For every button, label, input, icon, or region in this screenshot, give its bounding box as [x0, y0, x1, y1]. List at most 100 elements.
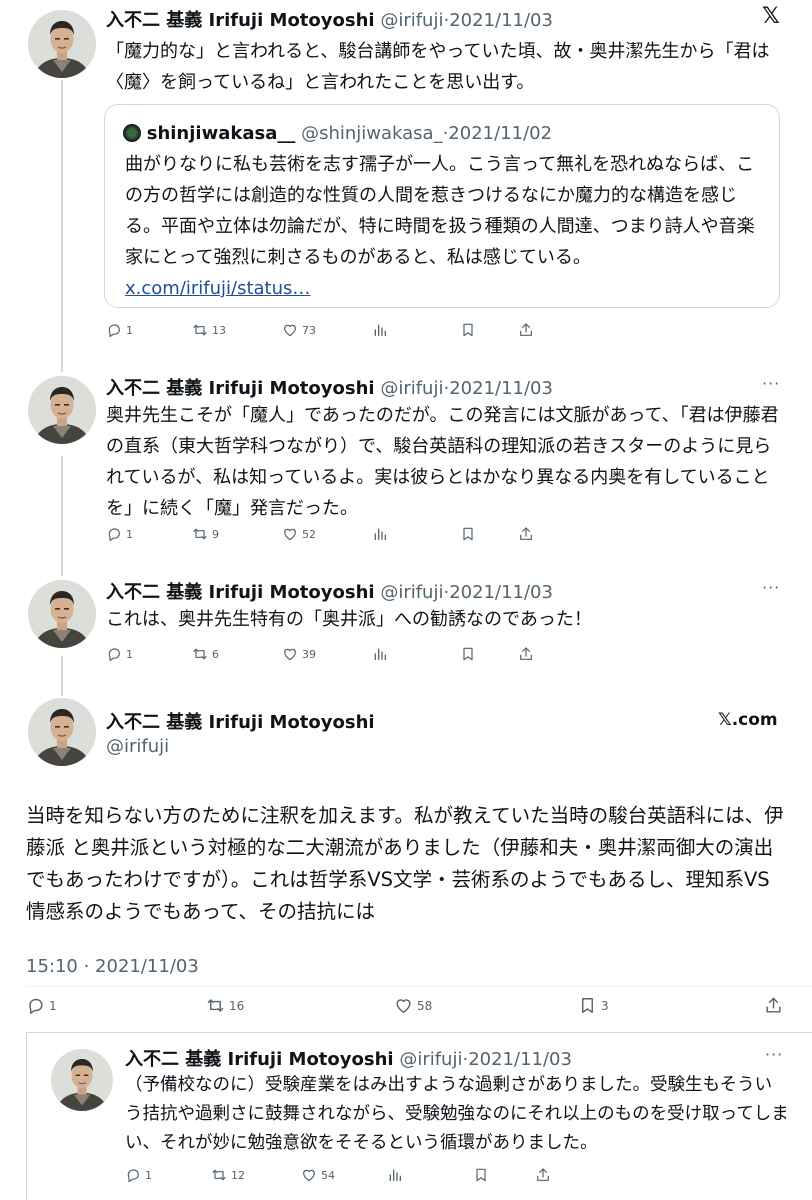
- reply-button[interactable]: 1: [106, 526, 133, 542]
- tweet[interactable]: 入不二 基義 Irifuji Motoyoshi @irifuji·2021/1…: [0, 360, 812, 560]
- reply-icon: [106, 646, 122, 662]
- views-button[interactable]: [372, 646, 388, 662]
- avatar[interactable]: [51, 1049, 113, 1111]
- views-button[interactable]: [372, 526, 388, 542]
- focused-tweet[interactable]: 入不二 基義 Irifuji Motoyoshi @irifuji 𝕏.com …: [0, 690, 812, 1030]
- bookmark-icon: [473, 1167, 489, 1183]
- tweet-text: 当時を知らない方のために注釈を加えます。私が教えていた当時の駿台英語科には、伊藤…: [26, 804, 784, 923]
- tweet-text: これは、奥井先生特有の「奥井派」への勧誘なのであった！: [106, 609, 592, 630]
- quote-handle[interactable]: @shinjiwakasa_: [301, 123, 443, 144]
- tweet-date[interactable]: ·2021/11/03: [462, 1049, 571, 1070]
- user-handle[interactable]: @irifuji: [380, 378, 443, 399]
- like-button[interactable]: 39: [282, 646, 316, 662]
- retweet-button[interactable]: 12: [211, 1167, 245, 1183]
- share-button[interactable]: [518, 322, 534, 338]
- retweet-button[interactable]: 13: [192, 322, 226, 338]
- quote-date[interactable]: ·2021/11/02: [443, 123, 552, 144]
- avatar[interactable]: [28, 10, 96, 78]
- reply-button[interactable]: 1: [106, 646, 133, 662]
- heart-icon: [301, 1167, 317, 1183]
- tweet-actions: 1 16 58 3: [26, 996, 786, 1018]
- more-options-icon[interactable]: ···: [762, 578, 780, 597]
- tweet-date[interactable]: ·2021/11/03: [443, 378, 552, 399]
- user-handle[interactable]: @irifuji: [399, 1049, 462, 1070]
- user-handle[interactable]: @irifuji: [380, 10, 443, 31]
- retweet-button[interactable]: 16: [206, 996, 244, 1015]
- like-count: 58: [417, 998, 433, 1013]
- display-name[interactable]: 入不二 基義 Irifuji Motoyoshi: [125, 1049, 394, 1070]
- avatar[interactable]: [28, 376, 96, 444]
- bookmark-icon: [578, 996, 597, 1015]
- reply-count: 1: [49, 998, 57, 1013]
- display-name[interactable]: 入不二 基義 Irifuji Motoyoshi: [106, 708, 375, 734]
- like-count: 73: [302, 323, 316, 337]
- like-button[interactable]: 54: [301, 1167, 335, 1183]
- quoted-tweet[interactable]: shinjiwakasa__ @shinjiwakasa_·2021/11/02…: [104, 104, 780, 308]
- user-handle[interactable]: @irifuji: [106, 736, 169, 757]
- tweet-actions: 1 13 73: [106, 322, 536, 344]
- retweet-count: 6: [212, 647, 219, 661]
- x-com-logo[interactable]: 𝕏.com: [718, 710, 778, 730]
- user-handle[interactable]: @irifuji: [380, 582, 443, 603]
- share-icon: [518, 322, 534, 338]
- quote-avatar-icon: [123, 124, 141, 142]
- views-button[interactable]: [387, 1167, 403, 1183]
- tweet-header: 入不二 基義 Irifuji Motoyoshi @irifuji·2021/1…: [125, 1045, 572, 1071]
- bookmark-button[interactable]: [473, 1167, 489, 1183]
- tweet-timestamp[interactable]: 15:10 · 2021/11/03: [26, 956, 199, 977]
- reply-button[interactable]: 1: [106, 322, 133, 338]
- retweet-button[interactable]: 9: [192, 526, 219, 542]
- retweet-icon: [192, 646, 208, 662]
- reply-count: 1: [126, 323, 133, 337]
- retweet-icon: [206, 996, 225, 1015]
- like-button[interactable]: 73: [282, 322, 316, 338]
- reply-button[interactable]: 1: [125, 1167, 152, 1183]
- tweet-header: 入不二 基義 Irifuji Motoyoshi @irifuji·2021/1…: [106, 578, 553, 604]
- x-logo-icon[interactable]: 𝕏: [762, 4, 780, 29]
- like-count: 54: [321, 1168, 335, 1182]
- reply-icon: [125, 1167, 141, 1183]
- avatar[interactable]: [28, 580, 96, 648]
- display-name[interactable]: 入不二 基義 Irifuji Motoyoshi: [106, 582, 375, 603]
- more-options-icon[interactable]: ···: [762, 374, 780, 393]
- tweet-header: 入不二 基義 Irifuji Motoyoshi @irifuji·2021/1…: [106, 374, 553, 400]
- like-button[interactable]: 58: [394, 996, 432, 1015]
- avatar[interactable]: [28, 698, 96, 766]
- like-count: 52: [302, 527, 316, 541]
- reply-count: 1: [126, 527, 133, 541]
- quote-display-name[interactable]: shinjiwakasa__: [147, 123, 296, 144]
- bookmark-button[interactable]: [460, 646, 476, 662]
- more-options-icon[interactable]: ···: [765, 1045, 783, 1064]
- quote-body: 曲がりなりに私も芸術を志す孺子が一人。こう言って無礼を恐れぬならば、この方の哲学…: [125, 154, 755, 268]
- tweet-actions: 1 12 54: [125, 1167, 555, 1189]
- display-name[interactable]: 入不二 基義 Irifuji Motoyoshi: [106, 378, 375, 399]
- bookmark-button[interactable]: [460, 322, 476, 338]
- display-name[interactable]: 入不二 基義 Irifuji Motoyoshi: [106, 10, 375, 31]
- bookmark-button[interactable]: [460, 526, 476, 542]
- share-button[interactable]: [518, 526, 534, 542]
- share-button[interactable]: [518, 646, 534, 662]
- tweet-actions: 1 6 39: [106, 646, 536, 668]
- share-icon: [518, 526, 534, 542]
- views-button[interactable]: [372, 322, 388, 338]
- tweet-text: 奥井先生こそが「魔人」であったのだが。この発言には文脈があって、「君は伊藤君の直…: [106, 405, 779, 519]
- reply-tweet[interactable]: 入不二 基義 Irifuji Motoyoshi @irifuji·2021/1…: [26, 1032, 812, 1200]
- views-icon: [372, 646, 388, 662]
- share-icon: [518, 646, 534, 662]
- tweet[interactable]: 入不二 基義 Irifuji Motoyoshi @irifuji·2021/1…: [0, 0, 812, 350]
- reply-button[interactable]: 1: [26, 996, 57, 1015]
- tweet[interactable]: 入不二 基義 Irifuji Motoyoshi @irifuji·2021/1…: [0, 568, 812, 678]
- tweet-date[interactable]: ·2021/11/03: [443, 582, 552, 603]
- reply-icon: [26, 996, 45, 1015]
- like-button[interactable]: 52: [282, 526, 316, 542]
- share-button[interactable]: [535, 1167, 551, 1183]
- share-icon: [764, 996, 783, 1015]
- retweet-icon: [211, 1167, 227, 1183]
- tweet-actions: 1 9 52: [106, 526, 536, 548]
- bookmark-button[interactable]: 3: [578, 996, 609, 1015]
- quote-header: shinjiwakasa__ @shinjiwakasa_·2021/11/02: [123, 123, 552, 144]
- share-button[interactable]: [764, 996, 783, 1015]
- tweet-date[interactable]: ·2021/11/03: [443, 10, 552, 31]
- retweet-button[interactable]: 6: [192, 646, 219, 662]
- quote-link[interactable]: x.com/irifuji/status…: [125, 278, 310, 299]
